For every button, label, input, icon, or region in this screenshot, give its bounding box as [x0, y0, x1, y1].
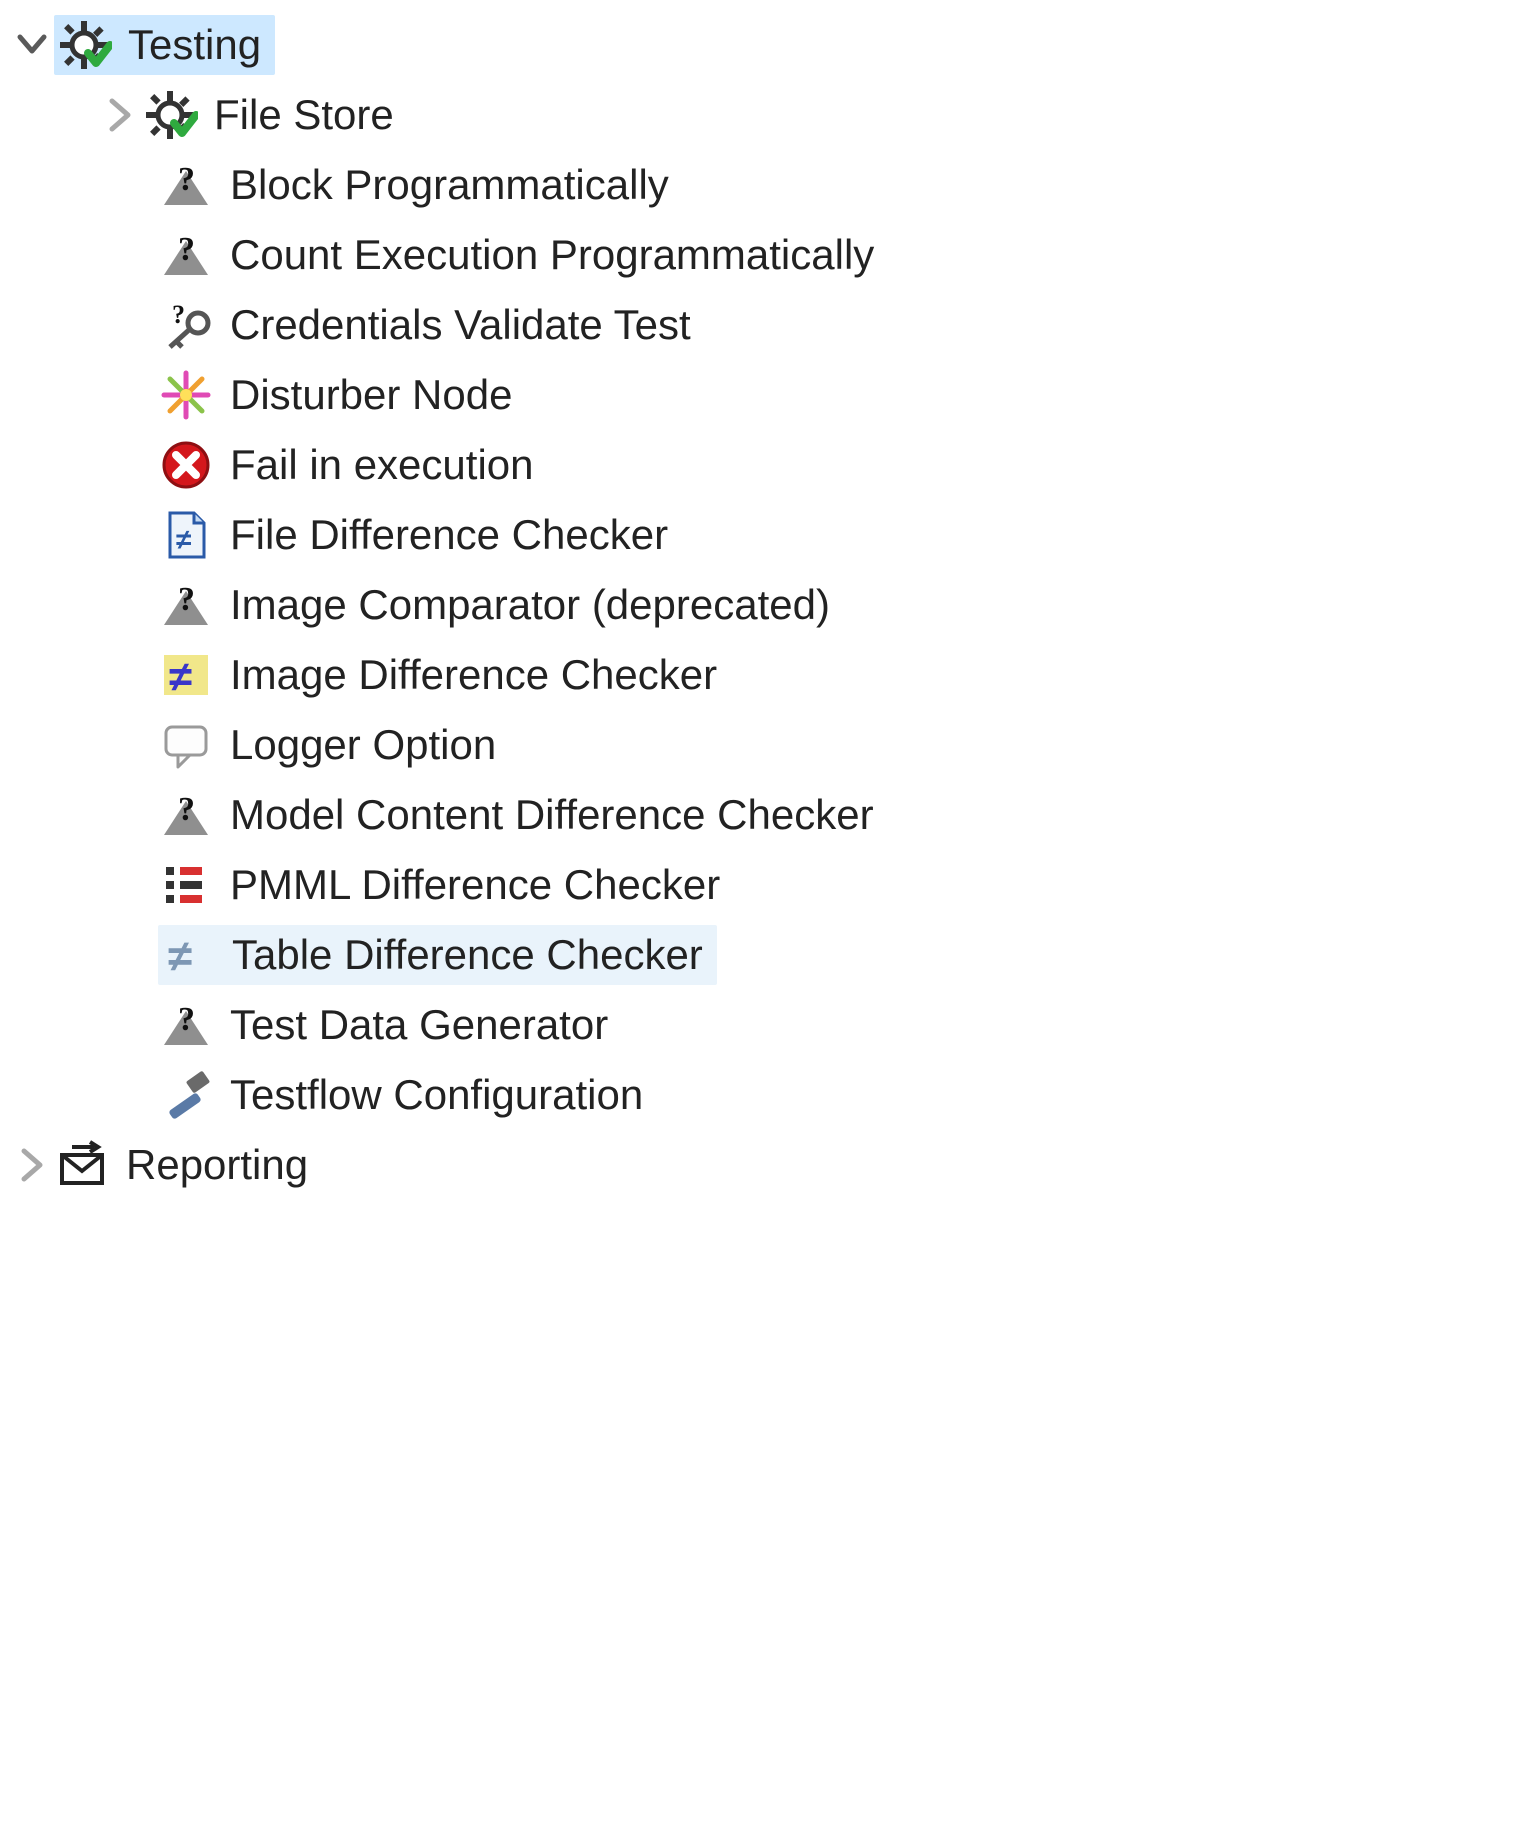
neq-blue-icon	[158, 647, 214, 703]
question-triangle-icon	[158, 577, 214, 633]
key-question-icon	[158, 297, 214, 353]
flower-icon	[158, 367, 214, 423]
tree-item-testing[interactable]: Testing	[10, 10, 1526, 80]
chevron-down-icon[interactable]	[10, 23, 54, 67]
tree-item-label: PMML Difference Checker	[228, 859, 726, 911]
tree-item-block-programmatically[interactable]: Block Programmatically	[10, 150, 1526, 220]
tree-item-image-comparator[interactable]: Image Comparator (deprecated)	[10, 570, 1526, 640]
tree-item-reporting[interactable]: Reporting	[10, 1130, 1526, 1200]
tree-item-label: Image Difference Checker	[228, 649, 723, 701]
gear-check-icon	[56, 17, 112, 73]
tree-item-file-store[interactable]: File Store	[10, 80, 1526, 150]
tree-view: Testing File Store Block Programmaticall…	[0, 0, 1536, 1240]
tree-item-label: Image Comparator (deprecated)	[228, 579, 836, 631]
question-triangle-icon	[158, 787, 214, 843]
pmml-diff-icon	[158, 857, 214, 913]
tree-item-label: Count Execution Programmatically	[228, 229, 880, 281]
tree-item-label: Credentials Validate Test	[228, 299, 697, 351]
tree-item-label: Disturber Node	[228, 369, 518, 421]
tree-item-label: Test Data Generator	[228, 999, 614, 1051]
file-neq-icon	[158, 507, 214, 563]
tree-item-label: Logger Option	[228, 719, 502, 771]
tree-item-label: File Store	[212, 89, 400, 141]
question-triangle-icon	[158, 157, 214, 213]
tree-item-label: Fail in execution	[228, 439, 540, 491]
tree-item-disturber-node[interactable]: Disturber Node	[10, 360, 1526, 430]
speech-bubble-icon	[158, 717, 214, 773]
tree-item-pmml-diff-checker[interactable]: PMML Difference Checker	[10, 850, 1526, 920]
hammer-icon	[158, 1067, 214, 1123]
tree-item-label: File Difference Checker	[228, 509, 674, 561]
tree-item-label: Testflow Configuration	[228, 1069, 649, 1121]
tree-item-fail-in-execution[interactable]: Fail in execution	[10, 430, 1526, 500]
error-circle-icon	[158, 437, 214, 493]
tree-item-count-execution[interactable]: Count Execution Programmatically	[10, 220, 1526, 290]
tree-item-test-data-generator[interactable]: Test Data Generator	[10, 990, 1526, 1060]
tree-item-model-content-diff[interactable]: Model Content Difference Checker	[10, 780, 1526, 850]
tree-item-label: Testing	[126, 19, 267, 71]
chevron-right-icon[interactable]	[10, 1143, 54, 1187]
tree-item-testflow-config[interactable]: Testflow Configuration	[10, 1060, 1526, 1130]
tree-item-credentials-validate[interactable]: Credentials Validate Test	[10, 290, 1526, 360]
tree-item-label: Table Difference Checker	[230, 929, 709, 981]
tree-item-image-diff-checker[interactable]: Image Difference Checker	[10, 640, 1526, 710]
tree-item-label: Reporting	[124, 1139, 314, 1191]
chevron-right-icon[interactable]	[98, 93, 142, 137]
tree-item-logger-option[interactable]: Logger Option	[10, 710, 1526, 780]
question-triangle-icon	[158, 997, 214, 1053]
envelope-arrow-icon	[54, 1137, 110, 1193]
tree-item-label: Model Content Difference Checker	[228, 789, 880, 841]
tree-item-file-diff-checker[interactable]: File Difference Checker	[10, 500, 1526, 570]
tree-item-label: Block Programmatically	[228, 159, 675, 211]
neq-slate-icon	[160, 927, 216, 983]
gear-check-icon	[142, 87, 198, 143]
tree-item-table-diff-checker[interactable]: Table Difference Checker	[10, 920, 1526, 990]
question-triangle-icon	[158, 227, 214, 283]
